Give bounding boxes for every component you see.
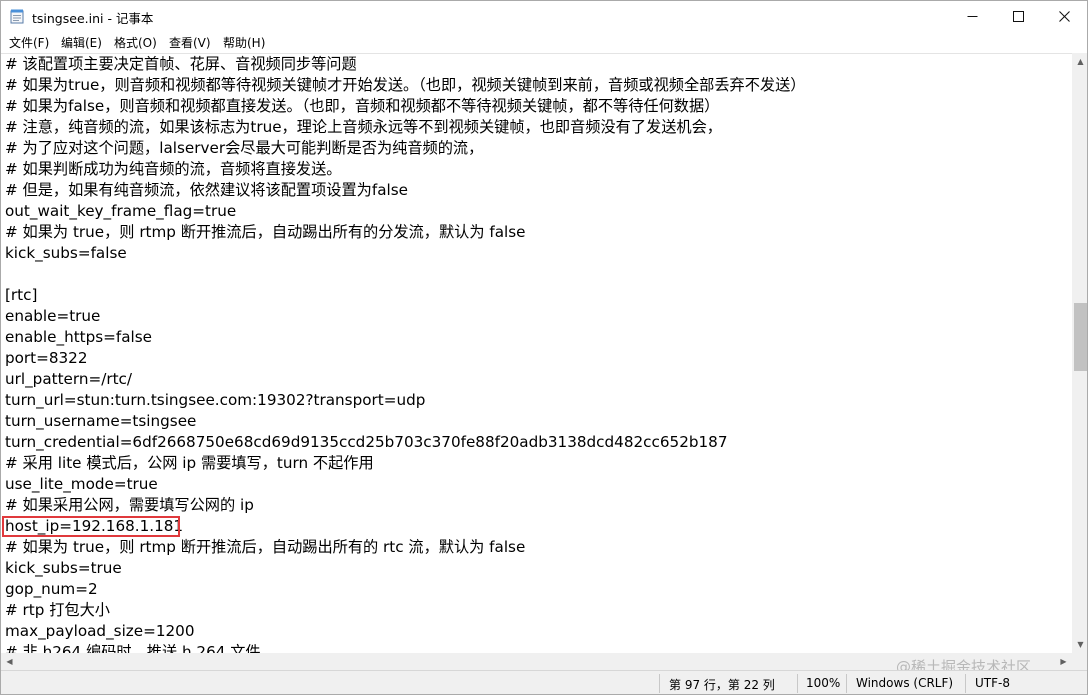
notepad-window: tsingsee.ini - 记事本 文件(F) 编辑(E) 格式(O) 查看(… [0,0,1088,695]
close-icon [1058,11,1070,22]
scroll-up-button[interactable]: ▲ [1072,53,1087,70]
title-bar[interactable]: tsingsee.ini - 记事本 [1,1,1087,32]
notepad-icon [10,9,24,24]
window-title: tsingsee.ini - 记事本 [32,11,154,26]
text-line: enable=true [5,307,101,325]
highlight-box [2,516,180,537]
text-line: max_payload_size=1200 [5,622,195,640]
status-encoding: UTF-8 [975,676,1010,690]
text-line: url_pattern=/rtc/ [5,370,132,388]
status-divider [846,674,847,693]
minimize-button[interactable] [949,1,995,32]
text-line: kick_subs=true [5,559,122,577]
chevron-right-icon: ▶ [1060,657,1067,666]
text-line: enable_https=false [5,328,153,346]
text-line: # 如果为false，则音频和视频都直接发送。（也即，音频和视频都不等待视频关键… [5,97,720,115]
text-line: # 但是，如果有纯音频流，依然建议将该配置项设置为false [5,181,408,199]
text-line: # 如果为 true，则 rtmp 断开推流后，自动踢出所有的 rtc 流，默认… [5,538,526,556]
text-line: out_wait_key_frame_flag=true [5,202,237,220]
menu-file[interactable]: 文件(F) [9,34,49,51]
text-line: # 如果判断成功为纯音频的流，音频将直接发送。 [5,160,342,178]
text-line: gop_num=2 [5,580,98,598]
text-line: # rtp 打包大小 [5,601,110,619]
text-line: [rtc] [5,286,38,304]
status-divider [659,674,660,693]
status-line-ending: Windows (CRLF) [856,676,954,690]
vertical-scrollbar[interactable]: ▲ ▼ [1072,53,1087,670]
menu-edit[interactable]: 编辑(E) [61,34,102,51]
scroll-thumb[interactable] [1074,303,1087,371]
text-editor[interactable]: # 该配置项主要决定首帧、花屏、音视频同步等问题 # 如果为true，则音频和视… [1,53,1072,671]
text-line: turn_url=stun:turn.tsingsee.com:19302?tr… [5,391,426,409]
text-line: port=8322 [5,349,88,367]
text-line: # 如果采用公网，需要填写公网的 ip [5,496,254,514]
status-divider [965,674,966,693]
menu-format[interactable]: 格式(O) [114,34,157,51]
status-zoom: 100% [806,676,841,690]
text-line: # 为了应对这个问题，lalserver会尽最大可能判断是否为纯音频的流， [5,139,484,157]
menu-help[interactable]: 帮助(H) [223,34,265,51]
status-divider [797,674,798,693]
chevron-down-icon: ▼ [1077,640,1084,649]
text-line: # 注意，纯音频的流，如果该标志为true，理论上音频永远等不到视频关键帧，也即… [5,118,722,136]
text-line: # 如果为 true，则 rtmp 断开推流后，自动踢出所有的分发流，默认为 f… [5,223,526,241]
menu-view[interactable]: 查看(V) [169,34,211,51]
maximize-button[interactable] [995,1,1041,32]
text-line: # 采用 lite 模式后，公网 ip 需要填写，turn 不起作用 [5,454,374,472]
scroll-left-button[interactable]: ◀ [1,653,18,670]
status-bar: 第 97 行，第 22 列 100% Windows (CRLF) UTF-8 [1,670,1087,694]
status-cursor-position: 第 97 行，第 22 列 [669,678,775,692]
text-line: # 该配置项主要决定首帧、花屏、音视频同步等问题 [5,55,357,73]
text-line: turn_username=tsingsee [5,412,197,430]
menu-bar: 文件(F) 编辑(E) 格式(O) 查看(V) 帮助(H) [1,32,1087,53]
text-line: turn_credential=6df2668750e68cd69d9135cc… [5,433,728,451]
chevron-up-icon: ▲ [1077,57,1084,66]
close-button[interactable] [1041,1,1087,32]
scroll-right-button[interactable]: ▶ [1055,653,1072,670]
text-line: use_lite_mode=true [5,475,158,493]
minimize-icon [967,16,977,17]
scroll-down-button[interactable]: ▼ [1072,636,1087,653]
text-line: # 如果为true，则音频和视频都等待视频关键帧才开始发送。（也即，视频关键帧到… [5,76,806,94]
maximize-icon [1012,11,1024,22]
text-line: kick_subs=false [5,244,127,262]
chevron-left-icon: ◀ [6,657,13,666]
